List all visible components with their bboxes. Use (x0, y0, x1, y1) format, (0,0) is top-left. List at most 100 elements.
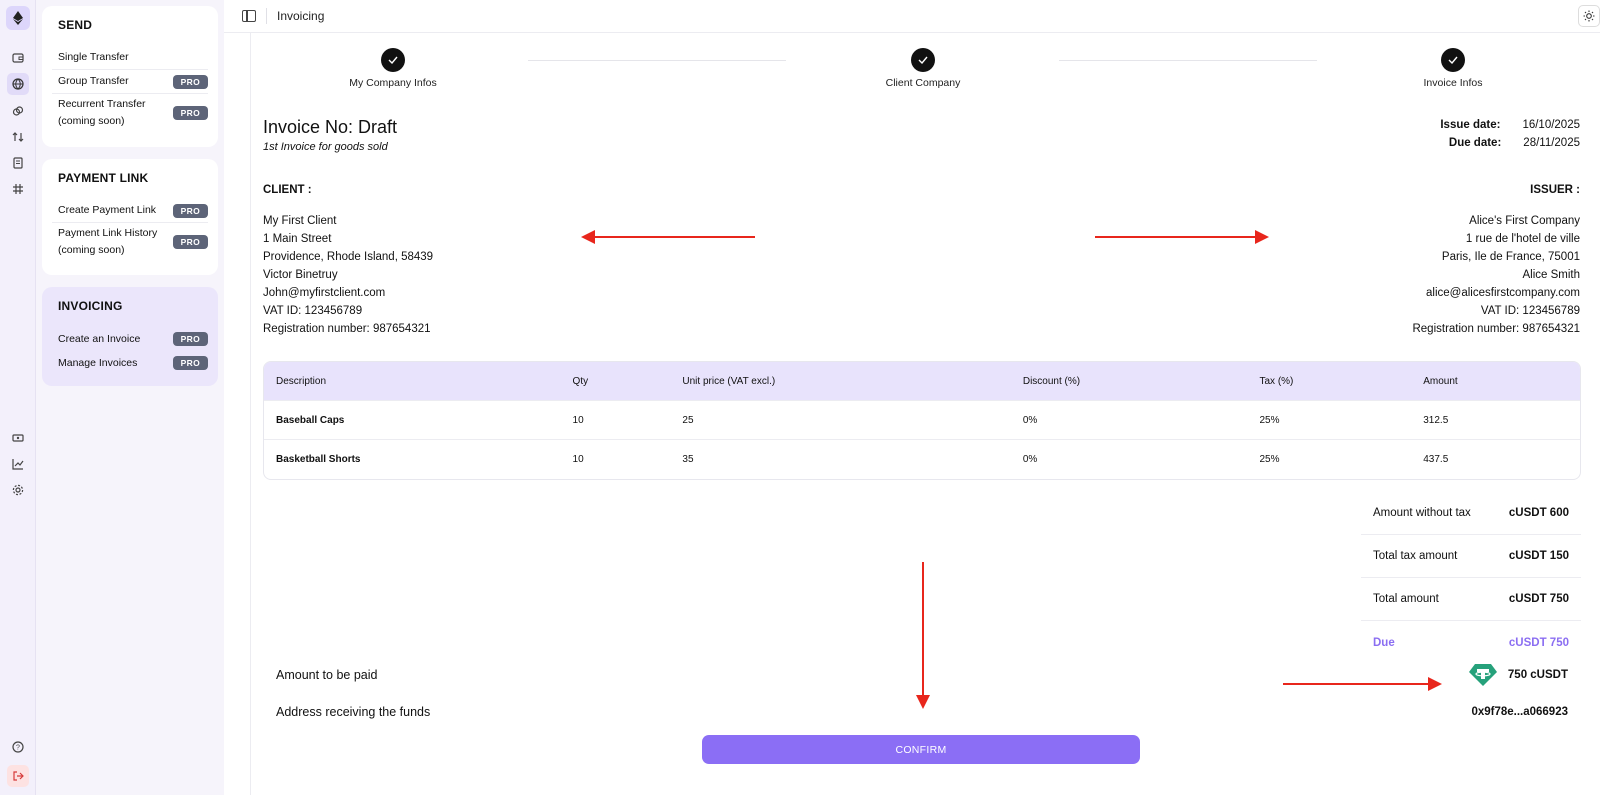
theme-toggle-icon[interactable] (1578, 5, 1600, 27)
client-line: Registration number: 987654321 (263, 323, 431, 335)
table-cell: 25% (1259, 454, 1280, 465)
arrowhead-right-icon (1428, 677, 1442, 691)
send-card: SEND Single Transfer Group Transfer PRO … (42, 6, 218, 147)
table-row: Baseball Caps 10 25 0% 25% 312.5 (264, 401, 1580, 440)
issuer-line: Alice Smith (1522, 269, 1580, 281)
link-icon[interactable] (9, 102, 27, 120)
client-line: Victor Binetruy (263, 269, 338, 281)
issue-date-label: Issue date: (1440, 119, 1501, 131)
annotation-arrow-left (592, 236, 755, 238)
client-heading: CLIENT : (263, 184, 312, 196)
divider (250, 33, 251, 795)
table-header: Description Qty Unit price (VAT excl.) D… (264, 362, 1580, 401)
invoice-items-table: Description Qty Unit price (VAT excl.) D… (263, 361, 1581, 480)
issue-date: 16/10/2025 (1522, 119, 1580, 131)
column-header: Tax (%) (1259, 375, 1294, 387)
gear-icon[interactable] (9, 481, 27, 499)
invoice-dates: Issue date: 16/10/2025 Due date: 28/11/202… (1440, 119, 1580, 155)
amount-to-pay-label: Amount to be paid (276, 668, 378, 682)
menu-item-payment-link-history[interactable]: Payment Link History (coming soon) PRO (52, 223, 208, 261)
arrowhead-right-icon (1255, 230, 1269, 244)
step-my-company-infos[interactable]: My Company Infos (313, 48, 473, 89)
divider (266, 8, 267, 24)
menu-item-single-transfer[interactable]: Single Transfer (52, 46, 208, 70)
issuer-line: Paris, Ile de France, 75001 (1441, 251, 1580, 263)
menu-item-recurrent-transfer[interactable]: Recurrent Transfer (coming soon) PRO (52, 94, 208, 132)
client-details: My First Client 1 Main Street Providence… (263, 212, 433, 338)
confirm-button[interactable]: CONFIRM (702, 735, 1140, 764)
address-value: 0x9f78e...a066923 (1471, 706, 1568, 718)
icon-rail: ? (0, 0, 36, 795)
issuer-heading: ISSUER : (1530, 184, 1580, 196)
annotation-arrow-right (1283, 683, 1431, 685)
pro-badge: PRO (172, 356, 208, 370)
client-line: 1 Main Street (263, 233, 332, 245)
chart-icon[interactable] (9, 455, 27, 473)
wallet-icon[interactable] (9, 49, 27, 67)
due-date: 28/11/2025 (1523, 137, 1580, 149)
pro-badge: PRO (172, 332, 208, 346)
arrowhead-left-icon (581, 230, 595, 244)
transfer-icon[interactable] (9, 128, 27, 146)
svg-text:?: ? (16, 745, 20, 752)
tether-icon (1468, 664, 1497, 686)
table-cell: 10 (572, 454, 584, 465)
stepper: My Company Infos Client Company Invoice … (262, 48, 1582, 96)
client-line: VAT ID: 123456789 (263, 305, 363, 317)
logout-icon[interactable] (7, 765, 29, 787)
menu-item-manage-invoices[interactable]: Manage Invoices PRO (52, 351, 208, 375)
hash-icon[interactable] (9, 180, 27, 198)
annotation-arrow-right (1095, 236, 1258, 238)
column-header: Unit price (VAT excl.) (682, 375, 776, 387)
help-icon[interactable]: ? (9, 738, 27, 756)
issuer-line: Registration number: 987654321 (1412, 323, 1580, 335)
amount-without-tax-row: Amount without tax cUSDT 600 (1361, 492, 1581, 535)
sidebar-toggle-icon[interactable] (242, 10, 256, 22)
pro-badge: PRO (172, 74, 208, 89)
ethereum-logo-icon[interactable] (6, 6, 30, 30)
pro-badge: PRO (172, 235, 208, 249)
table-cell: Baseball Caps (276, 414, 345, 426)
table-cell: 312.5 (1423, 414, 1449, 426)
client-line: Providence, Rhode Island, 58439 (263, 251, 434, 263)
issuer-line: Alice's First Company (1469, 215, 1580, 227)
document-icon[interactable] (9, 154, 27, 172)
send-title: SEND (58, 18, 93, 32)
menu-item-create-invoice[interactable]: Create an Invoice PRO (52, 327, 208, 351)
table-cell: 10 (572, 414, 584, 426)
address-label: Address receiving the funds (276, 705, 431, 719)
invoicing-card: INVOICING Create an Invoice PRO Manage I… (42, 287, 218, 386)
globe-icon[interactable] (7, 73, 29, 95)
total-amount-row: Total amount cUSDT 750 (1361, 578, 1581, 621)
pro-badge: PRO (172, 106, 208, 120)
amount-to-pay-value: 750 cUSDT (1468, 663, 1568, 687)
table-cell: 437.5 (1423, 454, 1449, 465)
menu-item-create-payment-link[interactable]: Create Payment Link PRO (52, 199, 208, 223)
table-cell: 35 (682, 454, 694, 465)
pro-badge: PRO (172, 203, 208, 218)
due-date-label: Due date: (1448, 137, 1502, 149)
step-connector (1059, 60, 1317, 61)
step-connector (528, 60, 786, 61)
issuer-line: 1 rue de l'hotel de ville (1465, 233, 1580, 245)
issuer-details: Alice's First Company 1 rue de l'hotel d… (1412, 212, 1580, 338)
invoice-title: Invoice No: Draft (263, 117, 398, 137)
arrowhead-down-icon (916, 695, 930, 709)
step-client-company[interactable]: Client Company (843, 48, 1003, 89)
table-cell: 25% (1259, 414, 1280, 426)
menu-item-group-transfer[interactable]: Group Transfer PRO (52, 70, 208, 94)
annotation-arrow-down (922, 562, 924, 697)
client-line: John@myfirstclient.com (263, 287, 386, 299)
ticket-icon[interactable] (9, 429, 27, 447)
issuer-line: alice@alicesfirstcompany.com (1426, 287, 1580, 299)
column-header: Discount (%) (1022, 375, 1081, 387)
check-icon (1441, 48, 1465, 72)
table-cell: Basketball Shorts (276, 454, 361, 465)
column-header: Amount (1423, 375, 1458, 387)
payment-link-title: PAYMENT LINK (58, 171, 149, 185)
column-header: Qty (572, 375, 589, 387)
step-invoice-infos[interactable]: Invoice Infos (1373, 48, 1533, 89)
invoice-subtitle: 1st Invoice for goods sold (263, 141, 388, 153)
due-row: Due cUSDT 750 (1373, 636, 1569, 649)
total-tax-row: Total tax amount cUSDT 150 (1361, 535, 1581, 578)
